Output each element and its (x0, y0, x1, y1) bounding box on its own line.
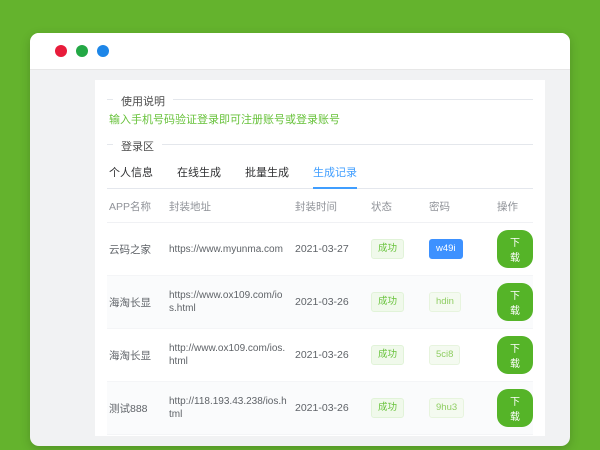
table-body: 云码之家 https://www.myunma.com 2021-03-27 成… (107, 223, 533, 436)
download-button[interactable]: 下载 (497, 389, 533, 427)
dot-green-icon[interactable] (76, 45, 88, 57)
page-background: { "colors": { "frame": "#64b32d", "accen… (0, 0, 600, 450)
password-badge[interactable]: 5ci8 (429, 345, 460, 365)
login-section-title: 登录区 (113, 138, 162, 154)
column-header-app-name: APP名称 (109, 199, 169, 214)
tab-1[interactable]: 在线生成 (177, 160, 221, 188)
usage-section-divider: 使用说明 (107, 99, 533, 100)
app-name-cell: 海淘长显 (109, 295, 169, 310)
column-header-status: 状态 (371, 199, 429, 214)
dot-red-icon[interactable] (55, 45, 67, 57)
package-url-cell: https://www.ox109.com/ios.html (169, 289, 295, 315)
content-card: 使用说明 输入手机号码验证登录即可注册账号或登录账号 登录区 个人信息在线生成批… (95, 80, 545, 436)
tab-3[interactable]: 生成记录 (313, 160, 357, 188)
usage-section-title: 使用说明 (113, 93, 173, 109)
tab-2[interactable]: 批量生成 (245, 160, 289, 188)
table-header: APP名称 封装地址 封装时间 状态 密码 操作 (107, 189, 533, 223)
download-button[interactable]: 下载 (497, 283, 533, 321)
table-row: 云码之家 https://www.myunma.com 2021-03-27 成… (107, 223, 533, 276)
package-url-cell: http://118.193.43.238/ios.html (169, 395, 295, 421)
tab-0[interactable]: 个人信息 (109, 160, 153, 188)
status-badge: 成功 (371, 398, 404, 418)
browser-window: 使用说明 输入手机号码验证登录即可注册账号或登录账号 登录区 个人信息在线生成批… (30, 33, 570, 446)
download-button[interactable]: 下载 (497, 230, 533, 268)
usage-note: 输入手机号码验证登录即可注册账号或登录账号 (109, 113, 533, 127)
login-section-divider: 登录区 (107, 144, 533, 145)
table-row: 海淘长显 http://www.ox109.com/ios.html 2021-… (107, 329, 533, 382)
window-titlebar (30, 33, 570, 70)
status-badge: 成功 (371, 239, 404, 259)
package-url-cell: https://www.myunma.com (169, 243, 295, 256)
column-header-package-url: 封装地址 (169, 199, 295, 214)
password-badge[interactable]: w49i (429, 239, 463, 259)
app-name-cell: 测试888 (109, 401, 169, 416)
column-header-operation: 操作 (497, 199, 531, 214)
table-row: 海淘记显 http://nbcbw.com/ios.html 2021-03-2… (107, 435, 533, 436)
tab-bar: 个人信息在线生成批量生成生成记录 (107, 160, 533, 189)
window-body: 使用说明 输入手机号码验证登录即可注册账号或登录账号 登录区 个人信息在线生成批… (30, 71, 570, 446)
package-time-cell: 2021-03-26 (295, 402, 371, 414)
package-time-cell: 2021-03-26 (295, 296, 371, 308)
app-name-cell: 海淘长显 (109, 348, 169, 363)
password-badge[interactable]: hdin (429, 292, 461, 312)
app-name-cell: 云码之家 (109, 242, 169, 257)
column-header-password: 密码 (429, 199, 497, 214)
dot-blue-icon[interactable] (97, 45, 109, 57)
download-button[interactable]: 下载 (497, 336, 533, 374)
column-header-package-time: 封装时间 (295, 199, 371, 214)
package-time-cell: 2021-03-26 (295, 349, 371, 361)
package-url-cell: http://www.ox109.com/ios.html (169, 342, 295, 368)
package-time-cell: 2021-03-27 (295, 243, 371, 255)
status-badge: 成功 (371, 345, 404, 365)
password-badge[interactable]: 9hu3 (429, 398, 464, 418)
table-row: 测试888 http://118.193.43.238/ios.html 202… (107, 382, 533, 435)
status-badge: 成功 (371, 292, 404, 312)
table-row: 海淘长显 https://www.ox109.com/ios.html 2021… (107, 276, 533, 329)
